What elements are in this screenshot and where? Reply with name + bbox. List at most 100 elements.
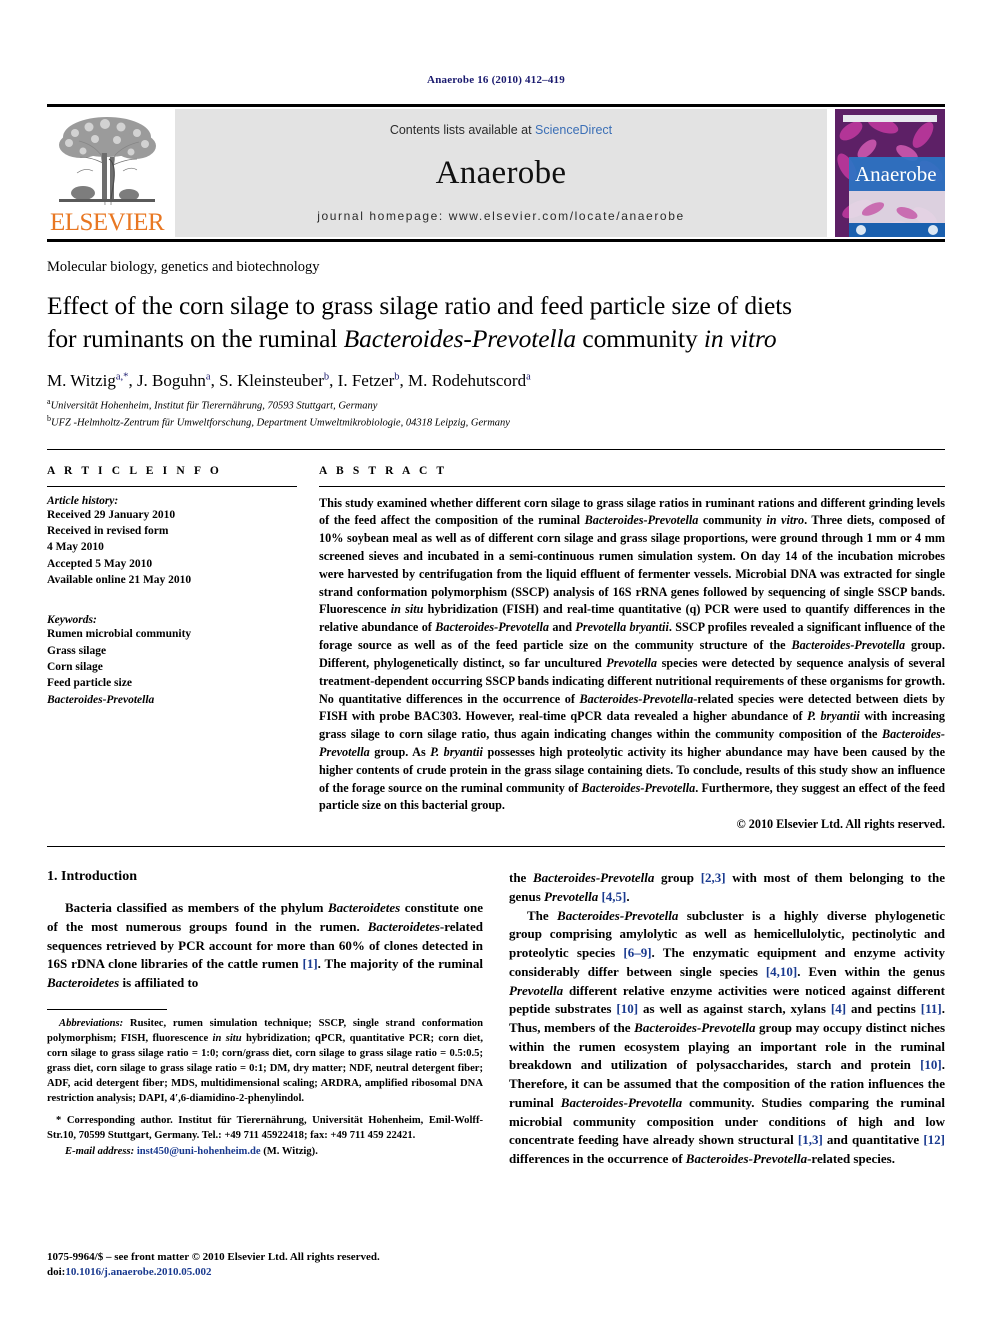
intro-seg: group xyxy=(654,870,701,886)
contents-prefix: Contents lists available at xyxy=(389,123,536,137)
intro-paragraph-right-1: the Bacteroides-Prevotella group [2,3] w… xyxy=(509,869,945,906)
citation-ref[interactable]: [2,3] xyxy=(701,870,726,885)
affiliation-b: bUFZ -Helmholtz-Zentrum für Umweltforsch… xyxy=(47,413,510,429)
abs-in-situ: in situ xyxy=(390,602,424,617)
citation-ref[interactable]: [1] xyxy=(303,956,318,971)
contents-available-line: Contents lists available at ScienceDirec… xyxy=(390,123,612,137)
history-revised: Received in revised form xyxy=(47,524,169,537)
abs-taxon: P. bryantii xyxy=(807,709,860,724)
abbrev-in-situ: in situ xyxy=(212,1032,242,1044)
journal-homepage-link[interactable]: journal homepage: www.elsevier.com/locat… xyxy=(317,209,685,223)
intro-taxon: Bacteroidetes xyxy=(367,918,440,934)
keyword-item: Corn silage xyxy=(47,660,103,673)
citation-ref[interactable]: [10] xyxy=(920,1057,942,1072)
intro-seg: . xyxy=(626,888,630,904)
email-footnote: E-mail address: inst450@uni-hohenheim.de… xyxy=(47,1144,483,1159)
intro-taxon: Bacteroides-Prevotella xyxy=(634,1019,756,1035)
keyword-item: Rumen microbial community xyxy=(47,628,192,641)
citation-ref[interactable]: [6–9] xyxy=(623,945,651,960)
keyword-item: Feed particle size xyxy=(47,677,132,690)
intro-taxon: Bacteroidetes xyxy=(47,975,120,991)
abstract-heading: A B S T R A C T xyxy=(319,464,448,477)
intro-seg: -related species. xyxy=(807,1151,895,1166)
keywords-label: Keywords: xyxy=(47,614,97,627)
running-head: Anaerobe 16 (2010) 412–419 xyxy=(427,74,565,86)
abs-taxon: Bacteroides-Prevotella xyxy=(435,620,549,635)
introduction-heading: 1. Introduction xyxy=(47,869,137,885)
affiliation-b-text: UFZ -Helmholtz-Zentrum für Umweltforschu… xyxy=(51,417,510,429)
abstract-text: This study examined whether different co… xyxy=(319,495,945,816)
article-title: Effect of the corn silage to grass silag… xyxy=(47,290,945,355)
sciencedirect-link[interactable]: ScienceDirect xyxy=(535,123,612,137)
intro-taxon: Bacteroides-Prevotella xyxy=(560,1094,683,1110)
info-bottom-rule xyxy=(47,846,945,848)
intro-seg: is affiliated to xyxy=(119,975,199,991)
abstract-rule xyxy=(319,485,945,487)
front-matter-footer: 1075-9964/$ – see front matter © 2010 El… xyxy=(47,1250,477,1281)
elsevier-logo: ELSEVIER xyxy=(47,109,167,237)
intro-taxon: Bacteroides-Prevotella xyxy=(685,1151,808,1166)
abs-taxon: Bacteroides-Prevotella xyxy=(579,691,694,706)
intro-seg: and quantitative xyxy=(822,1132,924,1148)
doi-line: doi:10.1016/j.anaerobe.2010.05.002 xyxy=(47,1265,477,1281)
citation-ref[interactable]: [10] xyxy=(616,1001,638,1016)
affiliation-a-text: Universität Hohenheim, Institut für Tier… xyxy=(50,400,378,412)
title-line-2-b: community xyxy=(576,323,704,353)
history-received: Received 29 January 2010 xyxy=(47,508,176,521)
abs-taxon: Bacteroides-Prevotella xyxy=(581,780,696,795)
info-top-rule xyxy=(47,448,945,450)
history-accepted: Accepted 5 May 2010 xyxy=(47,557,153,570)
body-two-columns: 1. Introduction Bacteria classified as m… xyxy=(47,869,945,1169)
citation-ref[interactable]: [4,5] xyxy=(601,889,626,904)
keyword-item: Grass silage xyxy=(47,644,107,657)
svg-text:Anaerobe: Anaerobe xyxy=(855,162,937,186)
article-info-column: A R T I C L E I N F O Article history: R… xyxy=(47,465,319,833)
article-history-label: Article history: xyxy=(47,494,119,507)
paper-page: Anaerobe 16 (2010) 412–419 ELSEVIER Cont… xyxy=(0,0,992,1323)
title-line-1: Effect of the corn silage to grass silag… xyxy=(47,291,792,320)
abbreviations-footnote: Abbreviations: Rusitec, rumen simulation… xyxy=(47,1016,483,1106)
doi-link[interactable]: 10.1016/j.anaerobe.2010.05.002 xyxy=(65,1266,211,1278)
elsevier-wordmark: ELSEVIER xyxy=(49,209,165,236)
affiliation-a: aUniversität Hohenheim, Institut für Tie… xyxy=(47,397,378,412)
citation-ref[interactable]: [4] xyxy=(831,1001,846,1016)
abs-seg: and xyxy=(548,620,576,635)
abstract-copyright: © 2010 Elsevier Ltd. All rights reserved… xyxy=(736,817,945,832)
abs-seg: group. As xyxy=(369,744,431,759)
title-in-vitro: in vitro xyxy=(703,323,777,353)
intro-seg: and pectins xyxy=(846,1001,921,1017)
info-abstract-row: A R T I C L E I N F O Article history: R… xyxy=(47,465,945,833)
journal-masthead: ELSEVIER Contents lists available at Sci… xyxy=(47,109,945,237)
cover-artwork-icon: Anaerobe xyxy=(835,109,945,237)
intro-seg: . Even within the genus xyxy=(797,963,945,979)
intro-taxon: Prevotella xyxy=(544,888,599,904)
history-revised-date: 4 May 2010 xyxy=(47,541,104,554)
email-link[interactable]: inst450@uni-hohenheim.de xyxy=(137,1146,261,1157)
intro-seg: The xyxy=(527,907,558,923)
abs-taxon: Prevotella xyxy=(606,655,658,670)
citation-ref[interactable]: [12] xyxy=(923,1132,945,1147)
abbreviations-label: Abbreviations: xyxy=(59,1017,124,1029)
abstract-column: A B S T R A C T This study examined whet… xyxy=(319,465,945,833)
intro-taxon: Bacteroides-Prevotella xyxy=(533,870,655,886)
left-column: 1. Introduction Bacteria classified as m… xyxy=(47,869,483,1169)
intro-taxon: Bacteroidetes xyxy=(327,900,401,916)
abs-taxon: P. bryantii xyxy=(430,744,483,759)
keyword-item-taxon: Bacteroides-Prevotella xyxy=(47,693,155,706)
masthead-top-rule xyxy=(47,104,945,107)
history-online: Available online 21 May 2010 xyxy=(47,573,192,586)
abs-taxon: Prevotella bryantii xyxy=(575,620,669,635)
author-list: M. Witziga,*, J. Boguhna, S. Kleinsteube… xyxy=(47,371,531,391)
email-suffix: (M. Witzig). xyxy=(260,1146,318,1158)
citation-ref[interactable]: [1,3] xyxy=(798,1132,823,1147)
corresponding-author-footnote: * Corresponding author. Institut für Tie… xyxy=(47,1115,483,1142)
email-label: E-mail address: xyxy=(65,1146,135,1158)
footnote-rule xyxy=(47,1008,167,1010)
abs-taxon: Bacteroides-Prevotella xyxy=(791,638,906,653)
citation-ref[interactable]: [4,10] xyxy=(766,964,797,979)
intro-paragraph-right-2: The Bacteroides-Prevotella subcluster is… xyxy=(509,907,945,1169)
issn-line: 1075-9964/$ – see front matter © 2010 El… xyxy=(47,1250,380,1263)
right-column: the Bacteroides-Prevotella group [2,3] w… xyxy=(509,869,945,1169)
citation-ref[interactable]: [11] xyxy=(921,1001,942,1016)
intro-seg: as well as against starch, xylans xyxy=(638,1001,831,1017)
